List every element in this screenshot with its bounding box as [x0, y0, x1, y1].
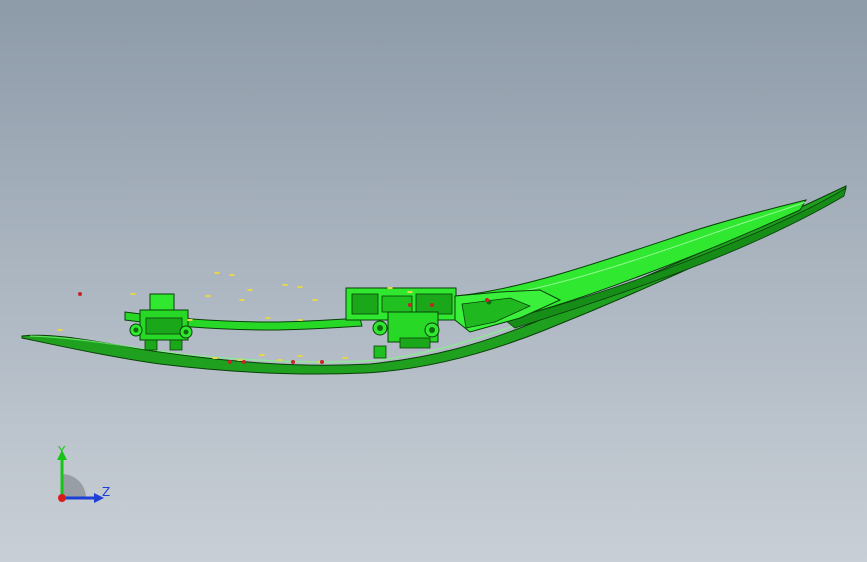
- marker-point-yellow: [57, 329, 63, 331]
- marker-point-yellow: [247, 289, 253, 291]
- marker-point-yellow: [387, 287, 393, 289]
- middle-mechanism-block[interactable]: [345, 287, 457, 359]
- marker-point-red: [242, 360, 246, 364]
- marker-point-yellow: [237, 359, 243, 361]
- cad-model-scene[interactable]: [0, 0, 867, 562]
- marker-point-yellow: [187, 319, 193, 321]
- marker-point-red: [78, 292, 82, 296]
- marker-point-yellow: [277, 359, 283, 361]
- marker-point-yellow: [297, 319, 303, 321]
- marker-point-yellow: [214, 272, 220, 274]
- marker-point-red: [291, 360, 295, 364]
- marker-point-yellow: [265, 317, 271, 319]
- marker-point-yellow: [342, 357, 348, 359]
- marker-point-yellow: [205, 295, 211, 297]
- marker-point-yellow: [229, 274, 235, 276]
- triad-quadrant: [62, 474, 86, 498]
- marker-point-red: [430, 303, 434, 307]
- marker-point-yellow: [297, 286, 303, 288]
- y-axis-label: Y: [57, 444, 66, 458]
- marker-point-yellow: [282, 284, 288, 286]
- marker-point-yellow: [130, 293, 136, 295]
- marker-point-yellow: [407, 291, 413, 293]
- marker-point-yellow: [239, 299, 245, 301]
- marker-point-red: [408, 303, 412, 307]
- x-axis-origin-icon: [58, 494, 66, 502]
- marker-point-yellow: [297, 355, 303, 357]
- marker-point-yellow: [312, 299, 318, 301]
- marker-point-yellow: [259, 354, 265, 356]
- marker-point-red: [228, 360, 232, 364]
- marker-point-red: [320, 360, 324, 364]
- axis-triad[interactable]: Y Z: [40, 440, 130, 520]
- marker-point-red: [485, 298, 489, 302]
- marker-point-yellow: [212, 357, 218, 359]
- z-axis-label: Z: [102, 485, 110, 499]
- cad-viewport[interactable]: Y Z: [0, 0, 867, 562]
